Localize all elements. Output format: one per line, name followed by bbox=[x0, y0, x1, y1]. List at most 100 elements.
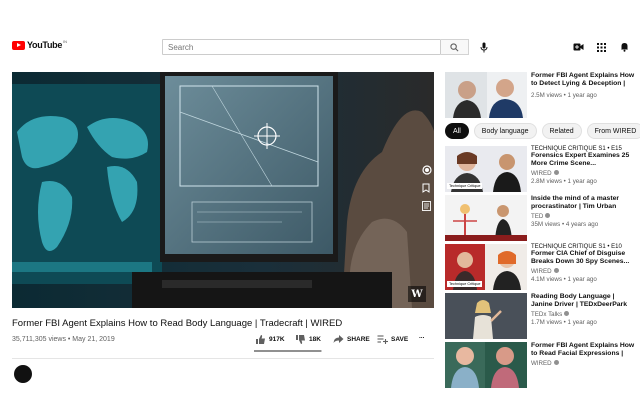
more-actions-button[interactable]: ... bbox=[419, 333, 424, 340]
share-button[interactable]: SHARE bbox=[332, 333, 370, 345]
recommendation-channel: TEDx Talks bbox=[531, 311, 635, 318]
logo-country-code: IN bbox=[63, 38, 68, 44]
recommendation-title-line: Former FBI Agent Explains How bbox=[531, 72, 635, 79]
chip-related[interactable]: Related bbox=[541, 123, 582, 139]
search-button[interactable] bbox=[441, 39, 469, 55]
masthead: YouTube IN bbox=[0, 0, 640, 56]
thumbnail-image bbox=[445, 195, 527, 241]
verified-check-icon bbox=[553, 170, 559, 176]
recommendation-title-line: Reading Body Language | bbox=[531, 293, 615, 300]
youtube-play-icon bbox=[12, 40, 25, 50]
thumbs-up-icon bbox=[255, 334, 265, 344]
share-label: SHARE bbox=[347, 335, 370, 343]
recommendation-title-line: procrastinator | Tim Urban bbox=[531, 203, 617, 211]
recommendation-thumbnail[interactable] bbox=[445, 195, 527, 241]
video-frame bbox=[12, 72, 434, 308]
channel-name: WIRED bbox=[531, 267, 552, 275]
bookmark-icon bbox=[422, 183, 430, 193]
notifications-button[interactable] bbox=[617, 40, 631, 54]
apps-button[interactable] bbox=[594, 40, 608, 54]
more-dots-icon: ... bbox=[419, 333, 425, 340]
info-divider bbox=[12, 358, 434, 359]
recommendation-meta: 2.5M views • 1 year ago bbox=[531, 91, 597, 99]
save-label: SAVE bbox=[391, 335, 409, 343]
youtube-logo[interactable]: YouTube IN bbox=[12, 38, 68, 50]
recommendation-item[interactable]: Former FBI Agent Explains How to Detect … bbox=[445, 72, 635, 118]
view-count-date: 35,711,305 views • May 21, 2019 bbox=[12, 336, 115, 343]
channel-avatar[interactable] bbox=[14, 365, 32, 383]
like-button[interactable]: 917K bbox=[254, 333, 285, 345]
recommendation-info: Former FBI Agent Explains How to Read Fa… bbox=[531, 342, 635, 367]
verified-check-icon bbox=[545, 213, 551, 219]
recommendation-info: TECHNIQUE CRITIQUE S1 • E15 Forensics Ex… bbox=[531, 146, 635, 185]
recommendation-item[interactable]: Technique Critique TECHNIQUE CRITIQUE S1… bbox=[445, 146, 635, 192]
series-badge: Technique Critique bbox=[447, 281, 483, 287]
channel-name: WIRED bbox=[531, 169, 552, 177]
verified-check-icon bbox=[553, 268, 559, 274]
recommendation-item[interactable]: Technique Critique TECHNIQUE CRITIQUE S1… bbox=[445, 244, 635, 290]
recommendation-channel: WIRED bbox=[531, 268, 635, 275]
chip-all[interactable]: All bbox=[445, 123, 469, 139]
recommendation-title-line: to Detect Lying & Deception | bbox=[531, 80, 626, 88]
chip-from-wired[interactable]: From WIRED bbox=[586, 123, 640, 139]
recommendation-thumbnail[interactable] bbox=[445, 342, 527, 388]
recommendation-meta: 4.1M views • 1 year ago bbox=[531, 275, 597, 283]
recommendation-thumbnail[interactable]: Technique Critique bbox=[445, 244, 527, 290]
channel-name: WIRED bbox=[531, 359, 552, 367]
thumbnail-image bbox=[445, 293, 527, 339]
verified-check-icon bbox=[553, 360, 559, 366]
list-icon bbox=[422, 201, 431, 211]
recommendation-title-line: Inside the mind of a master bbox=[531, 195, 620, 202]
recommendation-item[interactable]: Former FBI Agent Explains How to Read Fa… bbox=[445, 342, 635, 388]
recommendation-meta: 2.8M views • 1 year ago bbox=[531, 177, 597, 185]
mic-icon bbox=[480, 42, 488, 52]
channel-watermark[interactable]: W bbox=[408, 286, 426, 302]
thumbnail-image bbox=[445, 72, 527, 118]
recommendation-title-line: to Read Facial Expressions | bbox=[531, 350, 624, 358]
recommendation-title-line: More Crime Scene... bbox=[531, 160, 596, 168]
recommendation-info: Reading Body Language | Janine Driver | … bbox=[531, 293, 635, 326]
create-button[interactable] bbox=[571, 40, 585, 54]
recommendation-channel: WIRED bbox=[531, 170, 635, 177]
recommendation-meta: 35M views • 4 years ago bbox=[531, 220, 599, 228]
dislike-count: 18K bbox=[309, 335, 321, 343]
search-input[interactable] bbox=[162, 39, 441, 55]
apps-grid-icon bbox=[596, 42, 606, 52]
share-arrow-icon bbox=[333, 335, 343, 343]
video-player[interactable]: W bbox=[12, 72, 434, 308]
recommendation-meta: 1.7M views • 1 year ago bbox=[531, 318, 597, 326]
recommendation-title-line: Janine Driver | TEDxDeerPark bbox=[531, 301, 627, 309]
recommendation-title-line: Former CIA Chief of Disguise bbox=[531, 250, 626, 257]
playlist-add-icon bbox=[377, 335, 388, 344]
recommendation-filter-chips: All Body language Related From WIRED bbox=[445, 123, 640, 139]
recommendation-thumbnail[interactable] bbox=[445, 293, 527, 339]
recommendation-title-line: Breaks Down 30 Spy Scenes... bbox=[531, 258, 630, 266]
thumbs-down-icon bbox=[295, 334, 305, 344]
save-button[interactable]: SAVE bbox=[376, 333, 408, 345]
recommendation-channel: WIRED bbox=[531, 360, 635, 367]
dislike-button[interactable]: 18K bbox=[294, 333, 321, 345]
recommendation-thumbnail[interactable]: Technique Critique bbox=[445, 146, 527, 192]
recommendation-thumbnail[interactable] bbox=[445, 72, 527, 118]
search-icon bbox=[450, 42, 459, 51]
thumbnail-image bbox=[445, 342, 527, 388]
recommendation-title-line: Former FBI Agent Explains How bbox=[531, 342, 635, 349]
player-overlay-circle[interactable] bbox=[422, 165, 434, 179]
like-count: 917K bbox=[269, 335, 285, 343]
voice-search-button[interactable] bbox=[477, 40, 491, 54]
recommendation-info: TECHNIQUE CRITIQUE S1 • E10 Former CIA C… bbox=[531, 244, 635, 283]
video-title: Former FBI Agent Explains How to Read Bo… bbox=[12, 318, 343, 329]
chip-body-language[interactable]: Body language bbox=[473, 123, 537, 139]
recommendation-channel: TED bbox=[531, 213, 635, 220]
notifications-bell-icon bbox=[620, 43, 628, 52]
recommendation-title-line: Forensics Expert Examines 25 bbox=[531, 152, 630, 159]
recommendation-item[interactable]: Inside the mind of a master procrastinat… bbox=[445, 195, 635, 241]
player-overlay-save[interactable] bbox=[422, 183, 434, 197]
recommendation-item[interactable]: Reading Body Language | Janine Driver | … bbox=[445, 293, 635, 339]
player-overlay-list[interactable] bbox=[422, 201, 434, 215]
verified-check-icon bbox=[564, 311, 570, 317]
create-video-icon bbox=[573, 43, 583, 51]
sentiment-bar-fill bbox=[254, 350, 321, 352]
recommendation-info: Former FBI Agent Explains How to Detect … bbox=[531, 72, 635, 99]
channel-name: TED bbox=[531, 212, 544, 220]
